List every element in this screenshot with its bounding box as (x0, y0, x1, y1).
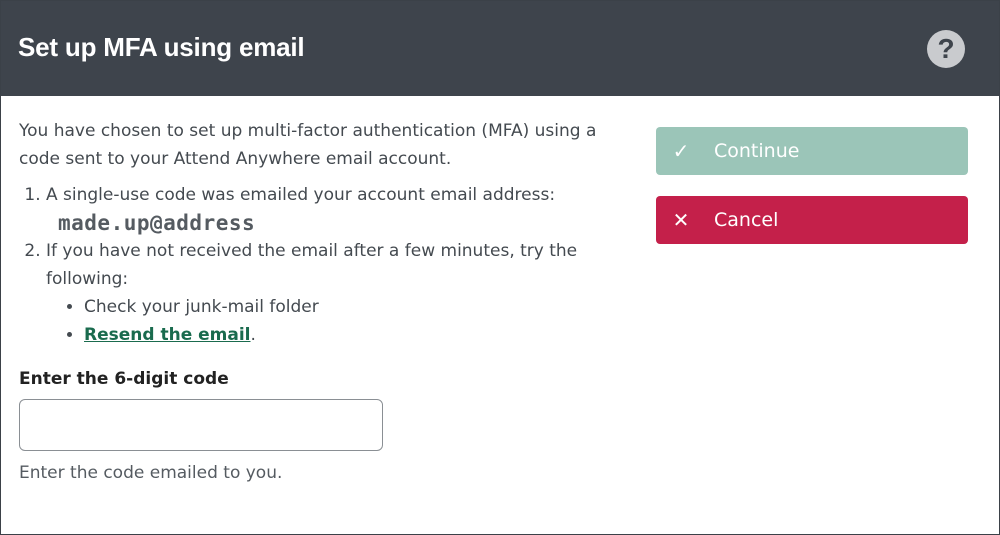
checkmark-icon: ✓ (672, 139, 690, 163)
mfa-email-dialog: Set up MFA using email ? You have chosen… (0, 0, 1000, 535)
step2-text: If you have not received the email after… (46, 241, 578, 289)
tips-list: Check your junk-mail folder Resend the e… (46, 293, 619, 349)
steps-list: A single-use code was emailed your accou… (19, 181, 619, 349)
cancel-button[interactable]: ✕ Cancel (656, 196, 968, 244)
continue-button[interactable]: ✓ Continue (656, 127, 968, 175)
step-item: If you have not received the email after… (46, 237, 619, 349)
close-icon: ✕ (672, 208, 690, 232)
continue-label: Continue (714, 140, 800, 162)
resend-suffix: . (250, 325, 256, 345)
step1-text: A single-use code was emailed your accou… (46, 185, 556, 205)
code-field-label: Enter the 6-digit code (19, 369, 229, 389)
code-hint: Enter the code emailed to you. (19, 463, 283, 483)
help-icon[interactable]: ? (927, 30, 965, 68)
list-item: Check your junk-mail folder (84, 293, 619, 321)
step-item: A single-use code was emailed your accou… (46, 181, 619, 237)
intro-text: You have chosen to set up multi-factor a… (19, 121, 597, 169)
dialog-header: Set up MFA using email ? (1, 1, 999, 96)
cancel-label: Cancel (714, 209, 779, 231)
instructions-panel: You have chosen to set up multi-factor a… (19, 117, 619, 487)
junk-folder-tip: Check your junk-mail folder (84, 297, 319, 317)
code-input[interactable] (19, 399, 383, 451)
email-address: made.up@address (58, 211, 256, 235)
dialog-title: Set up MFA using email (18, 32, 305, 62)
list-item: Resend the email. (84, 321, 619, 349)
resend-email-link[interactable]: Resend the email (84, 325, 251, 345)
